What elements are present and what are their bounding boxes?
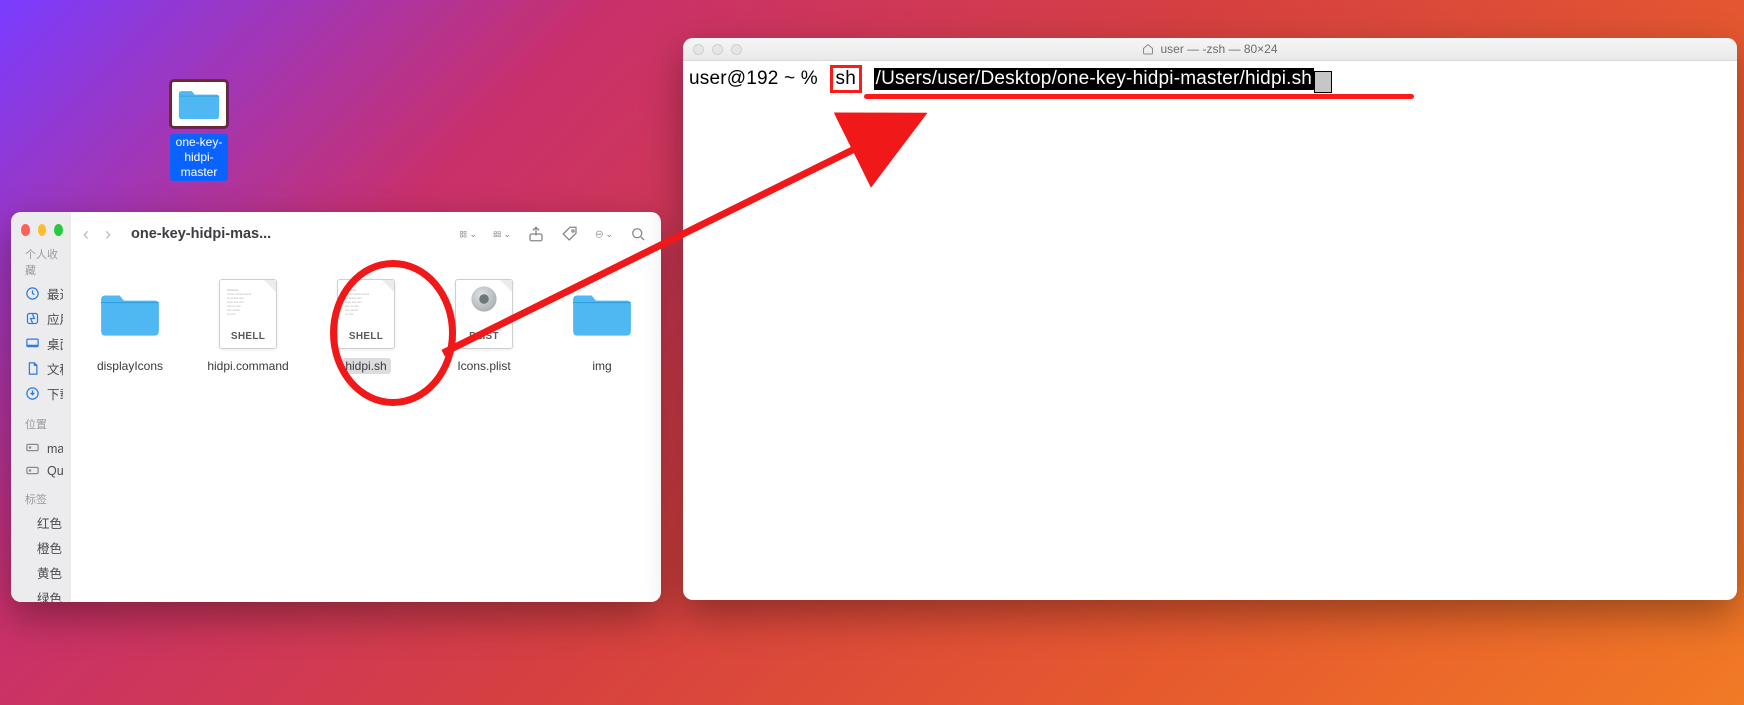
- finder-window: 个人收藏 最近项目 应用程序 桌面 文稿 下载 位置 mac 数据 Quick.…: [11, 212, 661, 602]
- finder-toolbar: ‹ › one-key-hidpi-mas... ⌄ ⌄ ⌄: [71, 212, 661, 256]
- maximize-icon[interactable]: [731, 44, 742, 55]
- finder-sidebar: 个人收藏 最近项目 应用程序 桌面 文稿 下载 位置 mac 数据 Quick.…: [11, 212, 71, 602]
- terminal-prompt: user@192 ~ %: [689, 68, 818, 89]
- file-label: Icons.plist: [453, 358, 514, 374]
- sidebar-item-downloads[interactable]: 下载: [19, 381, 63, 406]
- sidebar-item-apps[interactable]: 应用程序: [19, 306, 63, 331]
- sidebar-item-label: 橙色: [37, 538, 62, 557]
- sidebar-item-label: 最近项目: [47, 284, 63, 303]
- sidebar-item-label: 绿色: [37, 588, 62, 602]
- minimize-icon[interactable]: [38, 224, 47, 236]
- window-controls[interactable]: [21, 224, 63, 236]
- sidebar-item-recents[interactable]: 最近项目: [19, 281, 63, 306]
- folder-icon: [91, 278, 169, 350]
- desktop-folder-label: one-key-hidpi-master: [170, 134, 228, 181]
- sidebar-item-label: 桌面: [47, 334, 63, 353]
- close-icon[interactable]: [693, 44, 704, 55]
- terminal-window: user — -zsh — 80×24 user@192 ~ % sh /Use…: [683, 38, 1737, 600]
- file-label: img: [588, 358, 615, 374]
- file-label: hidpi.command: [203, 358, 292, 374]
- terminal-sh-highlight: sh: [830, 65, 862, 93]
- file-label: hidpi.sh: [341, 358, 390, 374]
- sidebar-tag-green[interactable]: 绿色: [19, 585, 63, 602]
- sidebar-item-label: 黄色: [37, 563, 62, 582]
- plist-file-icon: PLIST: [445, 278, 523, 350]
- sidebar-item-quick[interactable]: Quick...⏏: [19, 460, 63, 481]
- file-item-icons-plist[interactable]: PLIST Icons.plist: [439, 278, 529, 374]
- finder-title: one-key-hidpi-mas...: [131, 226, 271, 242]
- share-button[interactable]: [527, 225, 545, 243]
- sidebar-item-label: Quick...: [47, 464, 63, 478]
- sidebar-header-locations: 位置: [25, 416, 63, 432]
- search-button[interactable]: [629, 225, 647, 243]
- sidebar-tag-yellow[interactable]: 黄色: [19, 560, 63, 585]
- file-item-img[interactable]: img: [557, 278, 647, 374]
- terminal-title: user — -zsh — 80×24: [1160, 42, 1277, 56]
- cursor-icon: [1314, 71, 1332, 93]
- sidebar-item-macdata[interactable]: mac 数据: [19, 435, 63, 460]
- sidebar-item-label: 下载: [47, 384, 63, 403]
- annotation-underline: [864, 94, 1414, 99]
- terminal-titlebar[interactable]: user — -zsh — 80×24: [683, 38, 1737, 61]
- sidebar-tag-red[interactable]: 红色: [19, 510, 63, 535]
- sidebar-item-label: mac 数据: [47, 438, 63, 457]
- forward-button[interactable]: ›: [105, 224, 111, 245]
- view-icons-button[interactable]: ⌄: [459, 225, 477, 243]
- desktop-folder[interactable]: one-key-hidpi-master: [170, 80, 228, 181]
- folder-icon: [170, 80, 228, 128]
- shell-file-icon: #!/bin/shxxxxx xxxxx xxxxxxx xxxxx xxxxx…: [209, 278, 287, 350]
- maximize-icon[interactable]: [54, 224, 63, 236]
- terminal-body[interactable]: user@192 ~ % sh /Users/user/Desktop/one-…: [683, 61, 1737, 103]
- file-label: displayIcons: [93, 358, 167, 374]
- sidebar-item-label: 文稿: [47, 359, 63, 378]
- sidebar-header-favorites: 个人收藏: [25, 246, 63, 278]
- sidebar-header-tags: 标签: [25, 491, 63, 507]
- home-icon: [1142, 43, 1154, 55]
- close-icon[interactable]: [21, 224, 30, 236]
- more-button[interactable]: ⌄: [595, 225, 613, 243]
- sidebar-item-label: 红色: [37, 513, 62, 532]
- sidebar-item-desktop[interactable]: 桌面: [19, 331, 63, 356]
- file-item-hidpi-sh[interactable]: #!/bin/shxxxxx xxxxx xxxxxxx xxxxx xxxxx…: [321, 278, 411, 374]
- file-item-displayicons[interactable]: displayIcons: [85, 278, 175, 374]
- tag-button[interactable]: [561, 225, 579, 243]
- file-item-hidpi-command[interactable]: #!/bin/shxxxxx xxxxx xxxxxxx xxxxx xxxxx…: [203, 278, 293, 374]
- shell-file-icon: #!/bin/shxxxxx xxxxx xxxxxxx xxxxx xxxxx…: [327, 278, 405, 350]
- sidebar-tag-orange[interactable]: 橙色: [19, 535, 63, 560]
- window-controls[interactable]: [693, 44, 742, 55]
- sidebar-item-label: 应用程序: [47, 309, 63, 328]
- folder-icon: [563, 278, 641, 350]
- terminal-path: /Users/user/Desktop/one-key-hidpi-master…: [874, 68, 1314, 90]
- group-button[interactable]: ⌄: [493, 225, 511, 243]
- finder-icon-grid[interactable]: displayIcons #!/bin/shxxxxx xxxxx xxxxxx…: [71, 256, 661, 396]
- sidebar-item-documents[interactable]: 文稿: [19, 356, 63, 381]
- back-button[interactable]: ‹: [83, 224, 89, 245]
- minimize-icon[interactable]: [712, 44, 723, 55]
